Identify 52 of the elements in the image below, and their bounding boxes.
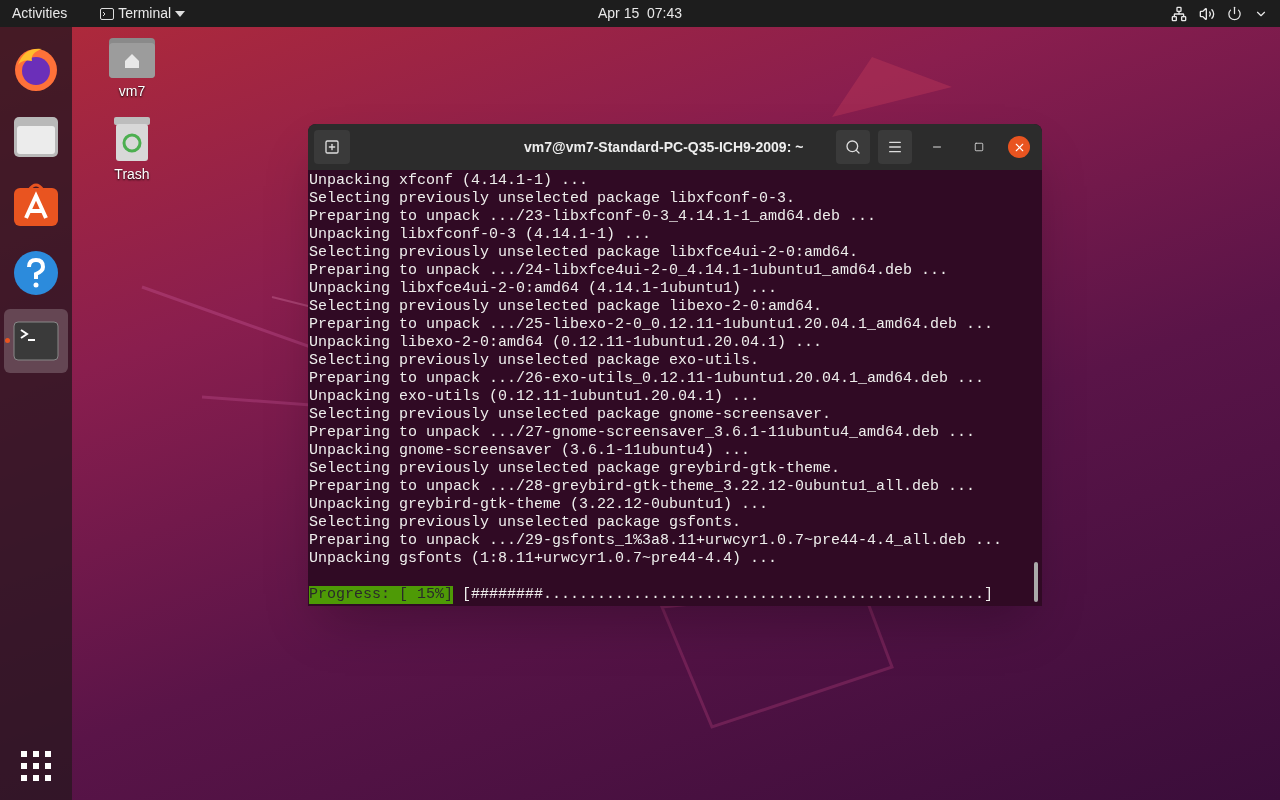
terminal-line: Selecting previously unselected package gnome-screensaver. xyxy=(309,406,832,424)
terminal-line: Unpacking exo-utils (0.12.11-1ubuntu1.20.04.1) ... xyxy=(309,388,760,406)
app-grid-icon[interactable] xyxy=(20,750,52,782)
volume-icon[interactable] xyxy=(1199,5,1215,22)
terminal-line: Preparing to unpack .../23-libxfconf-0-3_4.14.1-1_amd64.deb ... xyxy=(309,208,877,226)
terminal-line: Selecting previously unselected package gsfonts. xyxy=(309,514,742,532)
progress-label: Progress: [ 15%] xyxy=(309,586,454,604)
folder-icon xyxy=(13,114,59,160)
menu-button[interactable] xyxy=(878,130,912,164)
menu-icon xyxy=(887,139,903,155)
trash-icon xyxy=(112,116,152,162)
terminal-line: Selecting previously unselected package libxfce4ui-2-0:amd64. xyxy=(309,244,859,262)
scrollbar-thumb[interactable] xyxy=(1034,562,1038,602)
terminal-line: Selecting previously unselected package exo-utils. xyxy=(309,352,760,370)
terminal-line: Selecting previously unselected package greybird-gtk-theme. xyxy=(309,460,841,478)
network-icon[interactable] xyxy=(1171,5,1187,22)
search-button[interactable] xyxy=(836,130,870,164)
help-icon xyxy=(13,250,59,296)
maximize-icon xyxy=(974,142,984,152)
terminal-line: Unpacking libxfconf-0-3 (4.14.1-1) ... xyxy=(309,226,652,244)
clock[interactable]: Apr 15 07:43 xyxy=(597,3,683,24)
close-button[interactable] xyxy=(1008,136,1030,158)
progress-bar-text: [########.................................................] xyxy=(462,586,994,604)
terminal-line: Preparing to unpack .../29-gsfonts_1%3a8.11+urwcyr1.0.7~pre44-4.4_all.deb ... xyxy=(309,532,1003,550)
new-tab-icon xyxy=(324,139,340,155)
activities-button[interactable]: Activities xyxy=(12,3,68,24)
terminal-line: Selecting previously unselected package libxfconf-0-3. xyxy=(309,190,796,208)
terminal-line: Preparing to unpack .../26-exo-utils_0.12.11-1ubuntu1.20.04.1_amd64.deb ... xyxy=(309,370,985,388)
app-menu[interactable]: Terminal xyxy=(100,3,186,24)
terminal-line: Unpacking xfconf (4.14.1-1) ... xyxy=(309,172,589,190)
terminal-icon xyxy=(100,7,115,20)
window-title: vm7@vm7-Standard-PC-Q35-ICH9-2009: ~ xyxy=(524,137,804,157)
new-tab-button[interactable] xyxy=(314,130,350,164)
terminal-line: Selecting previously unselected package libexo-2-0:amd64. xyxy=(309,298,823,316)
terminal-line: Unpacking gnome-screensaver (3.6.1-11ubuntu4) ... xyxy=(309,442,751,460)
desktop-icon-label[interactable]: vm7 xyxy=(118,81,146,102)
app-menu-label: Terminal xyxy=(118,4,172,23)
terminal-icon xyxy=(13,321,59,361)
caret-icon xyxy=(175,10,186,17)
terminal-line: Unpacking libxfce4ui-2-0:amd64 (4.14.1-1ubuntu1) ... xyxy=(309,280,778,298)
terminal-line: Preparing to unpack .../24-libxfce4ui-2-0_4.14.1-1ubuntu1_amd64.deb ... xyxy=(309,262,949,280)
terminal-line: Unpacking libexo-2-0:amd64 (0.12.11-1ubuntu1.20.04.1) ... xyxy=(309,334,823,352)
home-folder-icon xyxy=(108,37,156,79)
terminal-line: Preparing to unpack .../27-gnome-screensaver_3.6.1-11ubuntu4_amd64.deb ... xyxy=(309,424,976,442)
desktop-icon-label[interactable]: Trash xyxy=(114,164,150,185)
search-icon xyxy=(845,139,861,155)
terminal-line: Preparing to unpack .../28-greybird-gtk-theme_3.22.12-0ubuntu1_all.deb ... xyxy=(309,478,976,496)
power-icon[interactable] xyxy=(1227,6,1242,21)
terminal-line: Unpacking gsfonts (1:8.11+urwcyr1.0.7~pre44-4.4) ... xyxy=(309,550,778,568)
terminal-line: Preparing to unpack .../25-libexo-2-0_0.12.11-1ubuntu1.20.04.1_amd64.deb ... xyxy=(309,316,994,334)
shopping-bag-icon xyxy=(13,182,59,228)
terminal-line: Unpacking greybird-gtk-theme (3.22.12-0ubuntu1) ... xyxy=(309,496,769,514)
